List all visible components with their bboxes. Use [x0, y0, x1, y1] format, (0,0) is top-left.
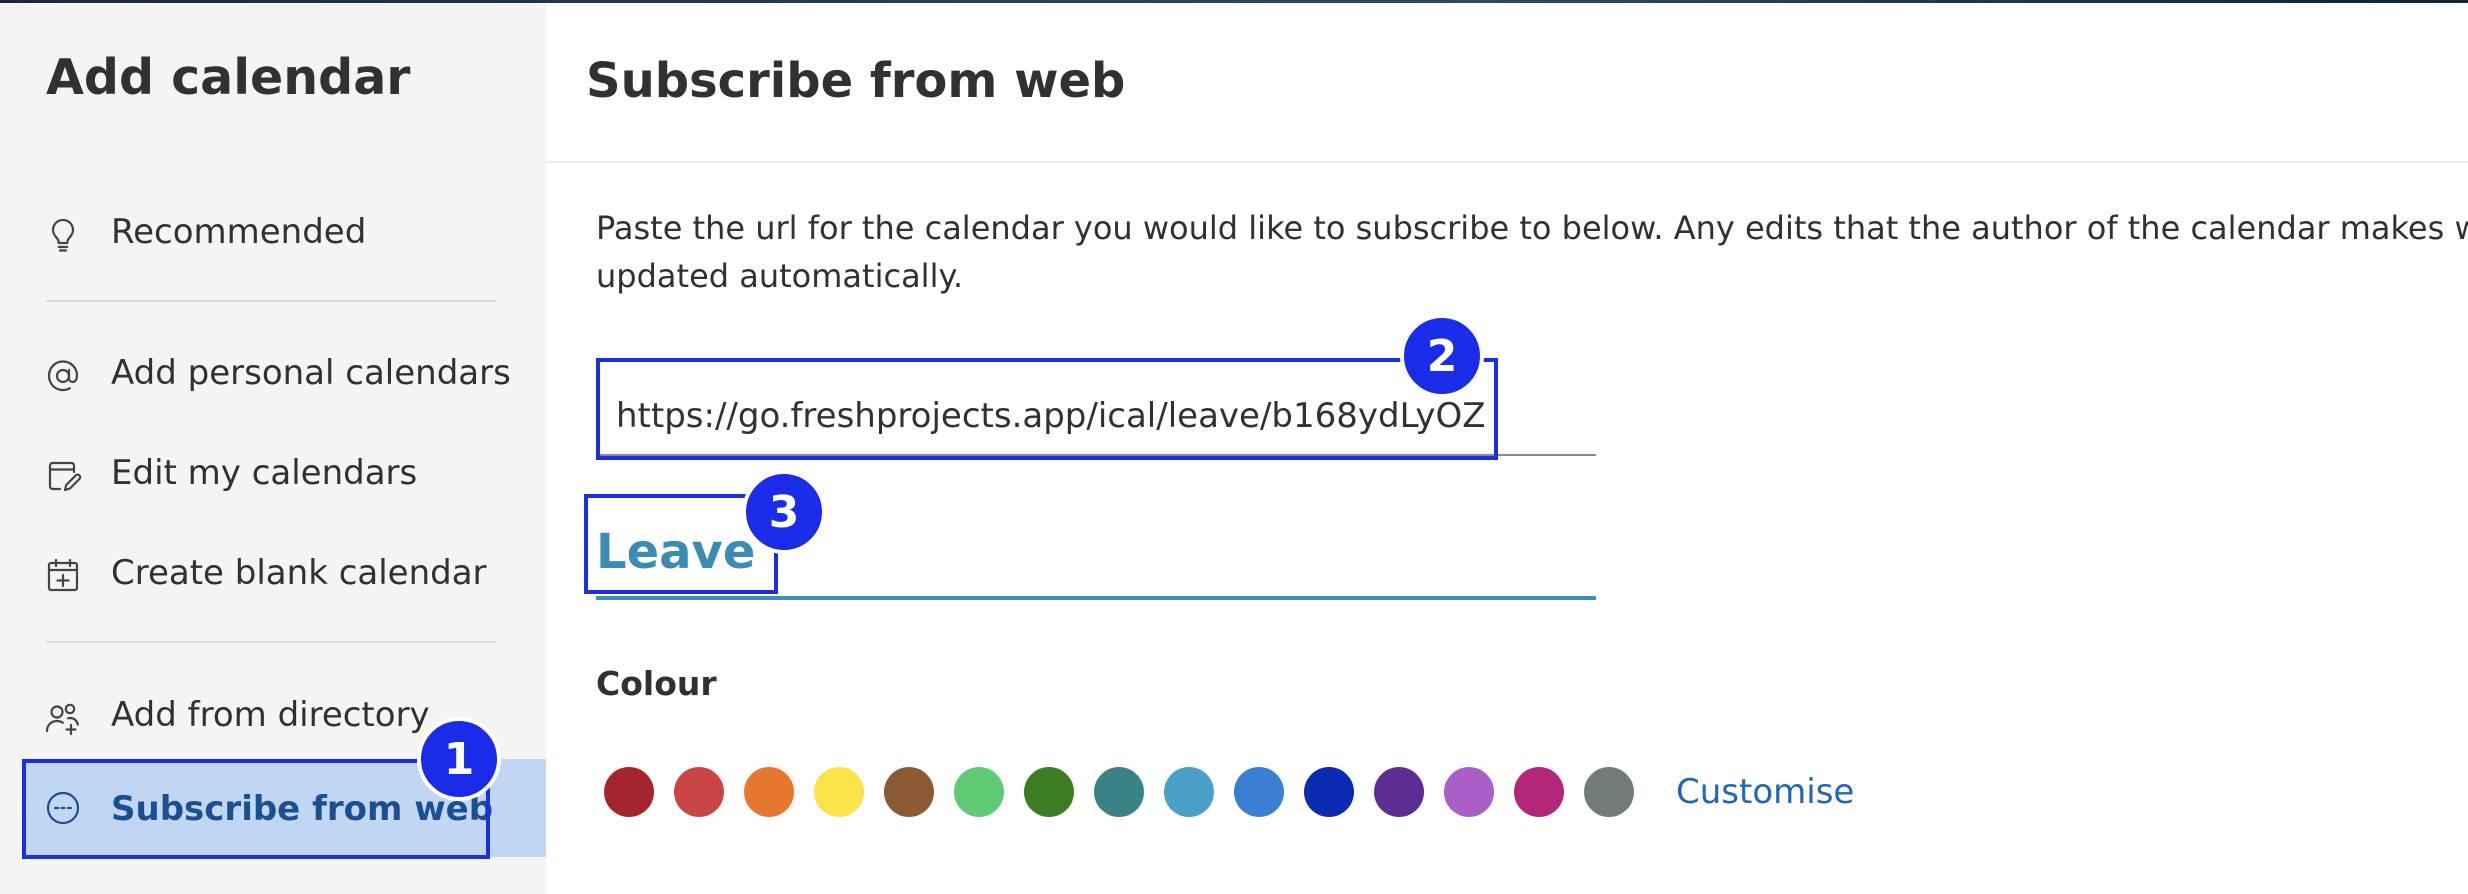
customise-colour-link[interactable]: Customise: [1676, 772, 1854, 812]
people-add-icon: [44, 699, 82, 737]
colour-swatch[interactable]: [1304, 767, 1354, 817]
sidebar-item-label: Recommended: [111, 212, 367, 252]
at-sign-icon: [44, 357, 82, 395]
sidebar-title: Add calendar: [46, 49, 411, 106]
page-title: Subscribe from web: [586, 53, 1126, 109]
colour-swatch[interactable]: [1444, 767, 1494, 817]
instructions-text: Paste the url for the calendar you would…: [596, 204, 2468, 300]
colour-swatch[interactable]: [604, 767, 654, 817]
colour-swatch[interactable]: [744, 767, 794, 817]
colour-swatch-row: [604, 766, 1654, 818]
sidebar-item-recommended[interactable]: Recommended: [0, 194, 546, 270]
sidebar-item-create-blank-calendar[interactable]: Create blank calendar: [0, 535, 546, 611]
colour-swatch[interactable]: [674, 767, 724, 817]
main-header: Subscribe from web: [546, 3, 2468, 163]
sidebar-item-label: Create blank calendar: [111, 553, 487, 593]
sidebar-item-label: Edit my calendars: [111, 453, 418, 493]
sidebar-item-add-personal-calendars[interactable]: Add personal calendars: [0, 335, 546, 411]
colour-swatch[interactable]: [1024, 767, 1074, 817]
sidebar-item-label: Add personal calendars: [111, 353, 511, 393]
sidebar-item-edit-my-calendars[interactable]: Edit my calendars: [0, 435, 546, 511]
callout-highlight-2: [596, 358, 1498, 460]
app-window: Add calendar Recommended Add personal ca…: [0, 0, 2468, 894]
colour-swatch[interactable]: [1584, 767, 1634, 817]
callout-badge-3: 3: [742, 470, 826, 554]
instructions-line-2: updated automatically.: [596, 257, 963, 295]
colour-swatch[interactable]: [1164, 767, 1214, 817]
instructions-line-1: Paste the url for the calendar you would…: [596, 209, 2468, 247]
lightbulb-icon: [44, 216, 82, 254]
colour-swatch[interactable]: [954, 767, 1004, 817]
callout-badge-1: 1: [417, 717, 501, 801]
colour-swatch[interactable]: [1094, 767, 1144, 817]
colour-swatch[interactable]: [884, 767, 934, 817]
colour-label: Colour: [596, 664, 717, 703]
colour-swatch[interactable]: [1514, 767, 1564, 817]
sidebar-divider: [46, 300, 496, 302]
colour-swatch[interactable]: [1234, 767, 1284, 817]
sidebar-divider: [46, 641, 496, 643]
edit-calendar-icon: [44, 457, 82, 495]
colour-swatch[interactable]: [814, 767, 864, 817]
sidebar-item-label: Add from directory: [111, 695, 430, 735]
callout-badge-2: 2: [1400, 314, 1484, 398]
colour-swatch[interactable]: [1374, 767, 1424, 817]
calendar-add-icon: [44, 557, 82, 595]
